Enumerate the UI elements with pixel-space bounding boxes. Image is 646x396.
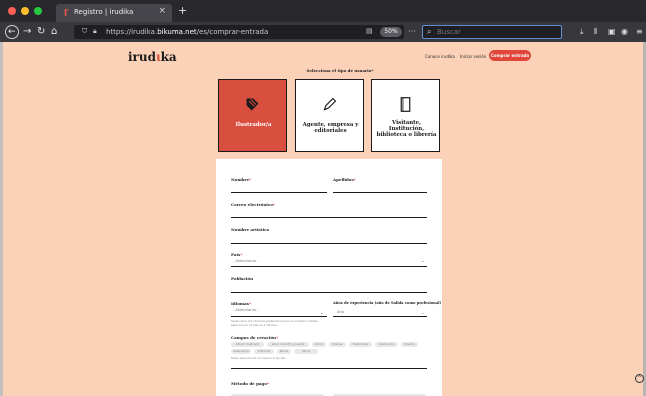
artistic-name-label: Nombre artístico bbox=[231, 227, 270, 232]
country-select-value: - Seleccionar - bbox=[233, 259, 259, 263]
languages-select-value: - Seleccionar - bbox=[233, 308, 259, 312]
email-input[interactable] bbox=[231, 217, 427, 218]
chevron-down-icon: ⌄ bbox=[320, 310, 324, 315]
chevron-down-icon: ⌄ bbox=[421, 310, 425, 315]
zoom-level[interactable]: 50% bbox=[380, 27, 402, 37]
maximize-window-button[interactable] bbox=[34, 7, 42, 15]
reader-view-icon[interactable]: ▤ bbox=[366, 27, 373, 35]
languages-select[interactable] bbox=[231, 316, 327, 317]
creation-chip[interactable]: Cómic bbox=[312, 342, 326, 347]
reload-icon[interactable]: ↻ bbox=[37, 26, 45, 38]
library-icon[interactable]: ⫴ bbox=[594, 27, 597, 37]
home-icon[interactable]: ⌂ bbox=[51, 26, 57, 38]
artistic-name-input[interactable] bbox=[231, 243, 427, 244]
creation-chip[interactable]: Libro infantil y juvenil bbox=[267, 342, 309, 347]
registration-form: Nombre* Apellidos* Correo electrónico* N… bbox=[216, 159, 442, 396]
creation-fields-divider bbox=[231, 368, 427, 369]
population-label: Población bbox=[231, 276, 254, 281]
download-icon[interactable]: ⤓ bbox=[580, 27, 584, 37]
creation-chip[interactable]: Editorial bbox=[254, 349, 274, 354]
creation-chip[interactable]: Otros bbox=[294, 349, 318, 354]
browser-titlebar: ɼ Registro | irudika × + bbox=[0, 0, 646, 22]
nav-login-link[interactable]: Iniciar sesión bbox=[460, 54, 486, 59]
close-tab-icon[interactable]: × bbox=[158, 6, 166, 16]
apellidos-label: Apellidos* bbox=[333, 177, 356, 182]
palette-icon bbox=[219, 96, 286, 118]
user-type-agent-card[interactable]: Agente, empresa y editoriales bbox=[295, 79, 364, 152]
creation-fields-label: Campos de creación* bbox=[231, 335, 279, 340]
creation-chip[interactable]: Diseño bbox=[401, 342, 418, 347]
user-type-label: Ilustrador/a bbox=[235, 122, 272, 128]
back-arrow-icon: ← bbox=[8, 27, 16, 37]
browser-navbar: ← → ↻ ⌂ ⛉ 🔒︎ https://irudika.bikuma.net/… bbox=[0, 22, 646, 42]
sidebar-icon[interactable]: ▣ bbox=[608, 27, 616, 36]
user-type-title: Selecciona el tipo de usuario* bbox=[306, 68, 374, 73]
shield-icon: ⛉ bbox=[82, 27, 88, 35]
creation-chip[interactable]: Ilustración bbox=[231, 349, 251, 354]
search-input[interactable] bbox=[437, 27, 557, 37]
minimize-window-button[interactable] bbox=[21, 7, 29, 15]
page-viewport: irudɩka Conoce irudika Iniciar sesión Co… bbox=[0, 42, 646, 396]
experience-label: Años de experiencia (año de Salida como … bbox=[333, 301, 442, 305]
menu-icon[interactable]: ≡ bbox=[636, 27, 643, 36]
left-window-edge bbox=[0, 42, 3, 396]
population-input[interactable] bbox=[231, 292, 427, 293]
creation-fields-help-text: Debe seleccionar al menos 1 opción. bbox=[231, 356, 287, 360]
payment-method-label: Método de pago* bbox=[231, 381, 270, 386]
search-icon: ⌕ bbox=[427, 27, 432, 36]
apellidos-input[interactable] bbox=[333, 192, 427, 193]
scroll-to-top-icon[interactable]: ^ bbox=[635, 374, 644, 383]
user-type-visitor-card[interactable]: Visitante, Institución, biblioteca o lib… bbox=[371, 79, 440, 152]
url-bar[interactable]: ⛉ 🔒︎ https://irudika.bikuma.net/es/compr… bbox=[74, 25, 404, 39]
languages-help-text: Selecciona los idiomas preferidos para e… bbox=[231, 319, 318, 327]
email-label: Correo electrónico* bbox=[231, 202, 275, 207]
experience-select[interactable] bbox=[333, 316, 427, 317]
url-text[interactable]: https://irudika.bikuma.net/es/comprar-en… bbox=[106, 28, 268, 36]
creation-chip[interactable]: Álbum ilustrado bbox=[231, 342, 264, 347]
lock-icon: 🔒︎ bbox=[93, 27, 97, 35]
creation-chip[interactable]: Mural bbox=[277, 349, 291, 354]
creation-chip[interactable]: Publicidad bbox=[349, 342, 372, 347]
creation-chip[interactable]: Animación bbox=[375, 342, 398, 347]
account-icon[interactable]: ◉ bbox=[621, 27, 628, 36]
search-box[interactable]: ⌕ bbox=[422, 25, 562, 39]
nombre-label: Nombre* bbox=[231, 177, 252, 182]
irudika-favicon-icon: ɼ bbox=[64, 7, 69, 17]
more-actions-icon[interactable]: ··· bbox=[408, 27, 416, 36]
browser-tab[interactable]: ɼ Registro | irudika × bbox=[56, 4, 172, 22]
country-select[interactable] bbox=[231, 266, 427, 267]
languages-label: Idiomas* bbox=[231, 301, 252, 306]
user-type-label: Agente, empresa y editoriales bbox=[302, 122, 359, 134]
experience-select-value: Año bbox=[337, 310, 344, 314]
tab-title: Registro | irudika bbox=[74, 8, 134, 16]
creation-chip[interactable]: Prensa bbox=[329, 342, 346, 347]
buy-ticket-button[interactable]: Comprar entrada bbox=[489, 50, 531, 61]
book-icon bbox=[372, 96, 439, 118]
chevron-down-icon: ⌄ bbox=[421, 258, 425, 263]
close-window-button[interactable] bbox=[8, 7, 16, 15]
nav-about-link[interactable]: Conoce irudika bbox=[425, 54, 455, 59]
nombre-input[interactable] bbox=[231, 192, 327, 193]
irudika-logo[interactable]: irudɩka bbox=[128, 50, 177, 64]
new-tab-button[interactable]: + bbox=[178, 4, 187, 17]
forward-arrow-icon[interactable]: → bbox=[23, 26, 31, 38]
user-type-illustrator-card[interactable]: Ilustrador/a bbox=[218, 79, 287, 152]
user-type-label: Visitante, Institución, biblioteca o lib… bbox=[376, 120, 437, 138]
pen-icon bbox=[296, 96, 363, 118]
country-label: País* bbox=[231, 252, 243, 257]
